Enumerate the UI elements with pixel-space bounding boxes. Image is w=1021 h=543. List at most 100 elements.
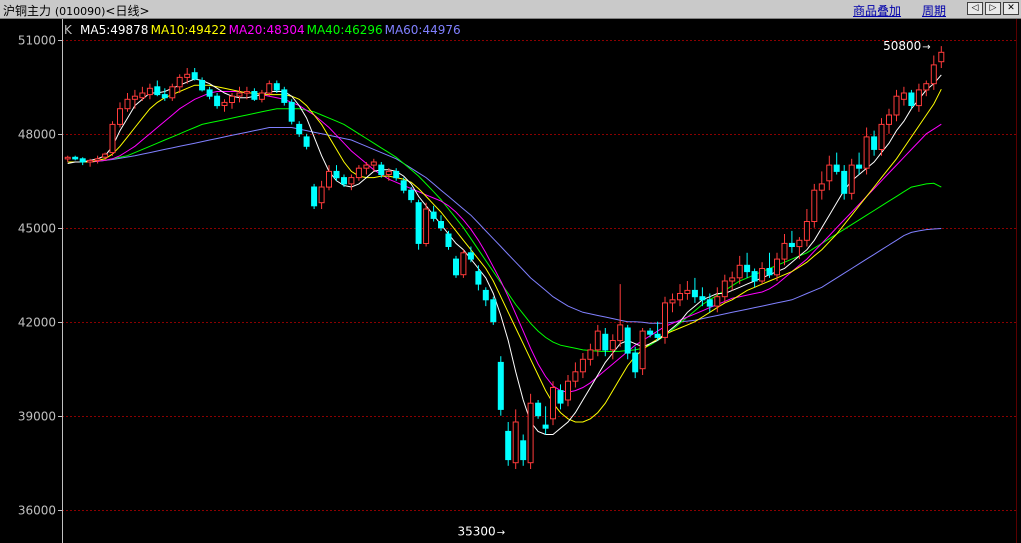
candle — [460, 249, 467, 278]
candle-body — [512, 421, 519, 464]
candle-body — [393, 170, 400, 179]
candle-body — [505, 430, 512, 461]
y-axis-ticks: 36000 39000 42000 45000 48000 51000 — [18, 34, 62, 518]
candle — [803, 209, 810, 247]
ma10-legend: MA10:49422 — [151, 23, 227, 37]
candle-body — [550, 387, 556, 420]
candle-body — [863, 136, 870, 169]
candle-body — [796, 239, 803, 248]
candle-body — [266, 83, 273, 94]
candle-body — [415, 202, 422, 244]
candle-body — [565, 380, 571, 401]
candle-body — [572, 371, 579, 382]
candle — [833, 152, 840, 175]
moving-average-lines — [67, 74, 942, 435]
high-label: 50800 — [883, 39, 921, 53]
candle — [788, 230, 795, 253]
candle-body — [258, 92, 265, 100]
candle — [647, 328, 654, 338]
candle — [348, 174, 355, 191]
candle — [818, 171, 825, 200]
candle — [139, 86, 146, 101]
candle — [654, 321, 661, 341]
candle — [781, 234, 788, 266]
candle-body — [326, 170, 332, 188]
prev-arrow-icon[interactable]: ◁ — [967, 2, 983, 15]
candle — [617, 284, 624, 347]
candle-body — [139, 92, 146, 99]
candle-body — [214, 95, 221, 107]
candle — [938, 46, 945, 68]
candle-body — [146, 87, 153, 96]
candle-body — [856, 164, 863, 169]
candle-body — [475, 271, 482, 285]
close-icon[interactable]: ✕ — [1003, 2, 1019, 15]
candle — [415, 199, 422, 250]
candle — [826, 155, 833, 191]
candle-body — [124, 98, 131, 110]
candle-body — [348, 177, 355, 185]
candle-body — [311, 186, 318, 207]
candle — [296, 121, 303, 137]
candle-body — [900, 92, 907, 100]
candle — [146, 83, 153, 100]
high-arrow-icon: → — [922, 42, 930, 53]
candle-body — [154, 86, 161, 96]
candle-body — [714, 296, 721, 307]
candle — [303, 133, 310, 150]
candle-body — [341, 177, 347, 185]
candle-body — [691, 289, 698, 298]
candle-body — [774, 258, 780, 276]
candle-body — [706, 299, 713, 307]
candle-body — [632, 352, 639, 373]
next-arrow-icon[interactable]: ▷ — [985, 2, 1001, 15]
candle — [669, 293, 676, 313]
candle-body — [841, 170, 848, 194]
candle-body — [191, 72, 198, 80]
candle — [587, 343, 594, 366]
candle — [221, 99, 228, 112]
candle-body — [677, 293, 683, 301]
candle-body — [751, 271, 758, 282]
candle-body — [169, 86, 176, 99]
candle-body — [333, 170, 340, 179]
candle-body — [460, 252, 467, 276]
candle — [677, 284, 683, 307]
candle-body — [617, 324, 624, 342]
candle — [721, 274, 728, 303]
cycle-link[interactable]: 周期 — [922, 2, 946, 19]
candle — [258, 89, 265, 103]
candle-body — [206, 89, 213, 97]
candle-body — [602, 333, 609, 351]
commodity-overlay-link[interactable]: 商品叠加 — [853, 2, 901, 19]
candle-body — [229, 95, 235, 103]
kline-chart[interactable]: 36000 39000 42000 45000 48000 51000 K MA5:498… — [0, 19, 1021, 543]
candle — [900, 86, 907, 106]
y-tick-label: 45000 — [18, 222, 56, 236]
candle — [266, 80, 273, 97]
ma5-legend: MA5:49878 — [80, 23, 148, 37]
candle-body — [296, 123, 303, 135]
instrument-name: 沪铜主力 — [3, 4, 52, 18]
candle-body — [587, 349, 594, 360]
candle-body — [423, 208, 430, 244]
candle — [841, 165, 848, 200]
candle-body — [535, 402, 542, 417]
candle — [856, 152, 863, 175]
candle — [363, 162, 370, 175]
candle — [691, 277, 698, 303]
candle-body — [64, 156, 71, 160]
candle-body — [370, 161, 377, 166]
candle-body — [624, 327, 631, 354]
candle — [281, 86, 288, 106]
candle — [154, 80, 161, 97]
candle-body — [72, 156, 79, 160]
candle-body — [542, 424, 549, 429]
candle-body — [803, 221, 810, 241]
candle-body — [385, 170, 392, 175]
ma20-line — [67, 91, 942, 393]
candle — [87, 158, 94, 167]
candle — [94, 155, 101, 164]
ma40-line — [67, 108, 942, 352]
y-tick-label: 51000 — [18, 34, 56, 48]
